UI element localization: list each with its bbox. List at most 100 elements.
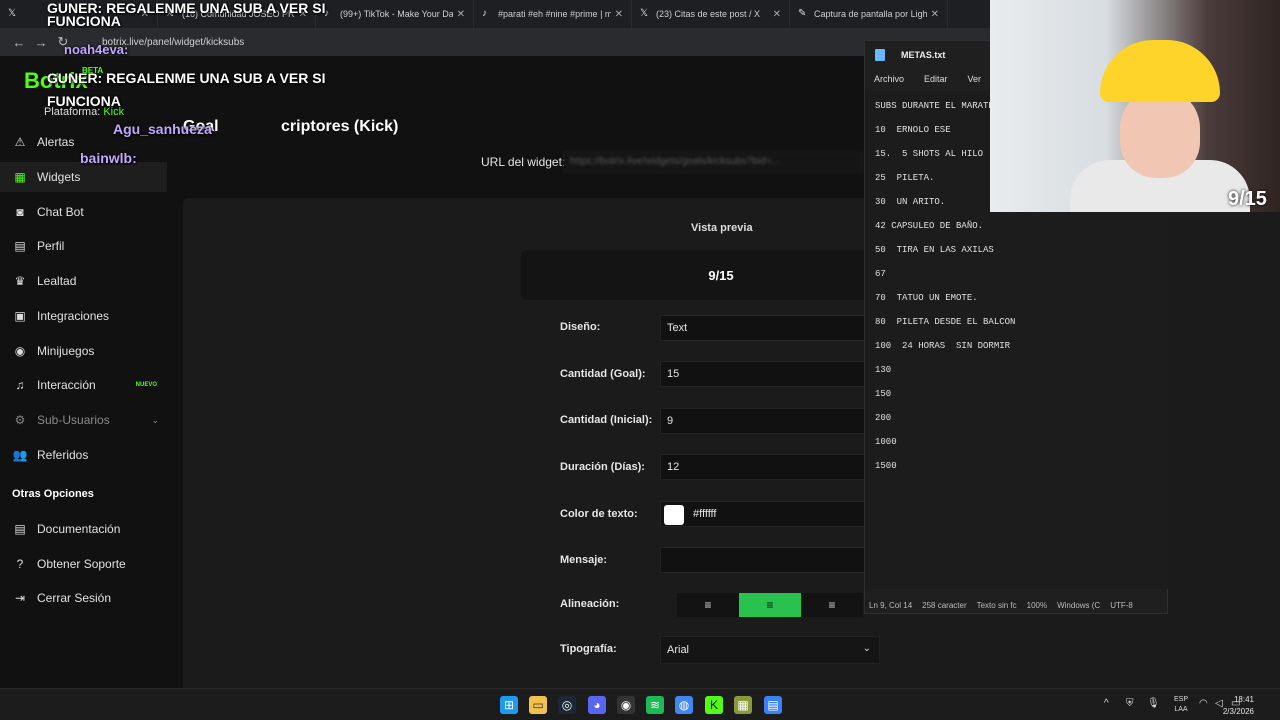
goal-input[interactable]: 15: [660, 361, 880, 387]
sidebar-item-minijuegos[interactable]: ◉ Minijuegos: [0, 336, 167, 366]
feather-icon: ✎: [798, 8, 807, 19]
sidebar-item-perfil[interactable]: ▤ Perfil: [0, 231, 167, 261]
notepad-icon: [875, 49, 885, 61]
text-line: 80 PILETA DESDE EL BALCON: [875, 317, 1016, 327]
chevron-up-icon[interactable]: ^: [1104, 698, 1109, 709]
text-line: 70 TATUO UN EMOTE.: [875, 293, 978, 303]
align-right-button[interactable]: ≡: [801, 593, 863, 617]
sidebar-item-interaccion[interactable]: ♫ Interacción NUEVO: [0, 370, 167, 400]
file-explorer-icon[interactable]: ▭: [529, 696, 547, 714]
close-tab-icon[interactable]: ✕: [615, 9, 623, 20]
chat-line: FUNCIONA: [47, 13, 121, 29]
windows-start-icon[interactable]: ⊞: [500, 696, 518, 714]
align-center-button[interactable]: ≡: [739, 593, 801, 617]
color-input[interactable]: #ffffff: [660, 501, 880, 527]
browser-tab[interactable]: ♪ (99+) TikTok - Make Your Day ✕: [316, 0, 474, 28]
help-icon: ?: [16, 557, 24, 571]
shield-icon[interactable]: ⛨: [1126, 698, 1134, 709]
page-title: Goal criptores (Kick): [183, 118, 399, 135]
forward-arrow-icon[interactable]: →: [30, 35, 52, 50]
sidebar-item-widgets[interactable]: ▦ Widgets: [0, 162, 167, 192]
alineacion-label: Alineación:: [560, 598, 620, 610]
inicial-input[interactable]: 9: [660, 408, 880, 434]
notepad-status-bar: Ln 9, Col 14 258 caracter Texto sin fc 1…: [869, 600, 1133, 610]
obs-icon[interactable]: ◉: [617, 696, 635, 714]
clock[interactable]: 18:41 2/3/2026: [1223, 694, 1254, 718]
preview-label: Vista previa: [691, 222, 753, 234]
widget-url-label: URL del widget:: [481, 155, 566, 169]
mensaje-label: Mensaje:: [560, 554, 608, 566]
align-center-icon: ≡: [766, 598, 774, 612]
trophy-icon: ♛: [14, 274, 26, 288]
browser-tab[interactable]: 𝕏 (23) Citas de este post / X ✕: [632, 0, 790, 28]
widget-url-field[interactable]: https://botrix.live/widgets/goals/kicksu…: [563, 151, 863, 173]
x-icon: 𝕏: [640, 8, 649, 19]
users-icon: ⚙: [14, 413, 26, 427]
menu-editar[interactable]: Editar: [924, 74, 948, 84]
goal-label: Cantidad (Goal):: [560, 368, 646, 380]
color-label: Color de texto:: [560, 508, 638, 520]
sidebar-item-obtener-soporte[interactable]: ? Obtener Soporte: [0, 549, 167, 579]
new-badge: NUEVO: [135, 382, 157, 388]
text-line: 15. 5 SHOTS AL HILO: [875, 149, 984, 159]
warning-icon: ⚠: [14, 135, 26, 149]
kick-icon[interactable]: K: [705, 696, 723, 714]
volume-icon[interactable]: ◁: [1215, 698, 1223, 709]
menu-ver[interactable]: Ver: [968, 74, 982, 84]
grid-icon: ▦: [14, 170, 26, 184]
sidebar-item-sub-usuarios[interactable]: ⚙ Sub-Usuarios ⌄: [0, 405, 167, 435]
text-line: 67: [875, 269, 886, 279]
language-indicator[interactable]: ESP LAA: [1174, 695, 1188, 715]
diseno-select[interactable]: Text: [660, 315, 880, 341]
spotify-icon[interactable]: ≋: [646, 696, 664, 714]
text-line: 200: [875, 413, 892, 423]
text-line: SUBS DURANTE EL MARATH: [875, 101, 994, 111]
text-line: 50 TIRA EN LAS AXILAS: [875, 245, 994, 255]
text-line: 30 UN ARITO.: [875, 197, 946, 207]
duracion-input[interactable]: 12: [660, 454, 880, 480]
microphone-icon[interactable]: 🎙: [1147, 698, 1160, 709]
menu-archivo[interactable]: Archivo: [874, 74, 904, 84]
text-line: 150: [875, 389, 892, 399]
tipografia-select[interactable]: Arial ⌄: [660, 636, 880, 664]
notepad-taskbar-icon[interactable]: ▤: [764, 696, 782, 714]
steam-icon[interactable]: ◎: [558, 696, 576, 714]
tipografia-label: Tipografía:: [560, 643, 617, 655]
chat-username: noah4eva:: [64, 42, 129, 57]
chevron-down-icon: ⌄: [862, 643, 871, 654]
chat-line: FUNCIONA: [47, 93, 121, 109]
section-title-otras-opciones: Otras Opciones: [12, 488, 94, 500]
chrome-icon[interactable]: ◍: [675, 696, 693, 714]
align-left-button[interactable]: ≡: [677, 593, 739, 617]
mensaje-input[interactable]: [660, 547, 880, 573]
wifi-icon[interactable]: ◠: [1199, 698, 1208, 709]
game-app-icon[interactable]: ▦: [734, 696, 752, 714]
close-tab-icon[interactable]: ✕: [773, 9, 781, 20]
sidebar-item-chat-bot[interactable]: ◙ Chat Bot: [0, 197, 167, 227]
back-arrow-icon[interactable]: ←: [8, 35, 30, 50]
x-icon: 𝕏: [8, 8, 17, 19]
color-swatch[interactable]: [664, 505, 684, 525]
sidebar-item-lealtad[interactable]: ♛ Lealtad: [0, 266, 167, 296]
taskbar: ⊞ ▭ ◎ ◕ ◉ ≋ ◍ K ▦ ▤ ^ ⛨ 🎙 ESP LAA ◠ ◁ ▭ …: [0, 688, 1280, 720]
browser-tab[interactable]: ♪ #parati #eh #nine #prime | me ✕: [474, 0, 632, 28]
logout-icon: ⇥: [14, 591, 26, 605]
browser-tab[interactable]: ✎ Captura de pantalla por Lights ✕: [790, 0, 948, 28]
document-icon: ▤: [14, 522, 26, 536]
sidebar-item-integraciones[interactable]: ▣ Integraciones: [0, 301, 167, 331]
text-line: 1500: [875, 461, 897, 471]
text-line: 1000: [875, 437, 897, 447]
chat-username: Agu_sanhueza: [113, 121, 212, 137]
text-line: 100 24 HORAS SIN DORMIR: [875, 341, 1011, 351]
discord-icon[interactable]: ◕: [588, 696, 606, 714]
tiktok-icon: ♪: [324, 8, 329, 19]
close-tab-icon[interactable]: ✕: [457, 9, 465, 20]
id-card-icon: ▤: [14, 239, 26, 253]
goal-counter: 9/15: [1228, 188, 1267, 210]
robot-icon: ◙: [16, 205, 24, 219]
sidebar-item-documentacion[interactable]: ▤ Documentación: [0, 514, 167, 544]
sidebar-item-cerrar-sesion[interactable]: ⇥ Cerrar Sesión: [0, 583, 167, 613]
sidebar-item-referidos[interactable]: 👥 Referidos: [0, 440, 167, 470]
close-tab-icon[interactable]: ✕: [931, 9, 939, 20]
preview-box: 9/15: [521, 250, 921, 300]
